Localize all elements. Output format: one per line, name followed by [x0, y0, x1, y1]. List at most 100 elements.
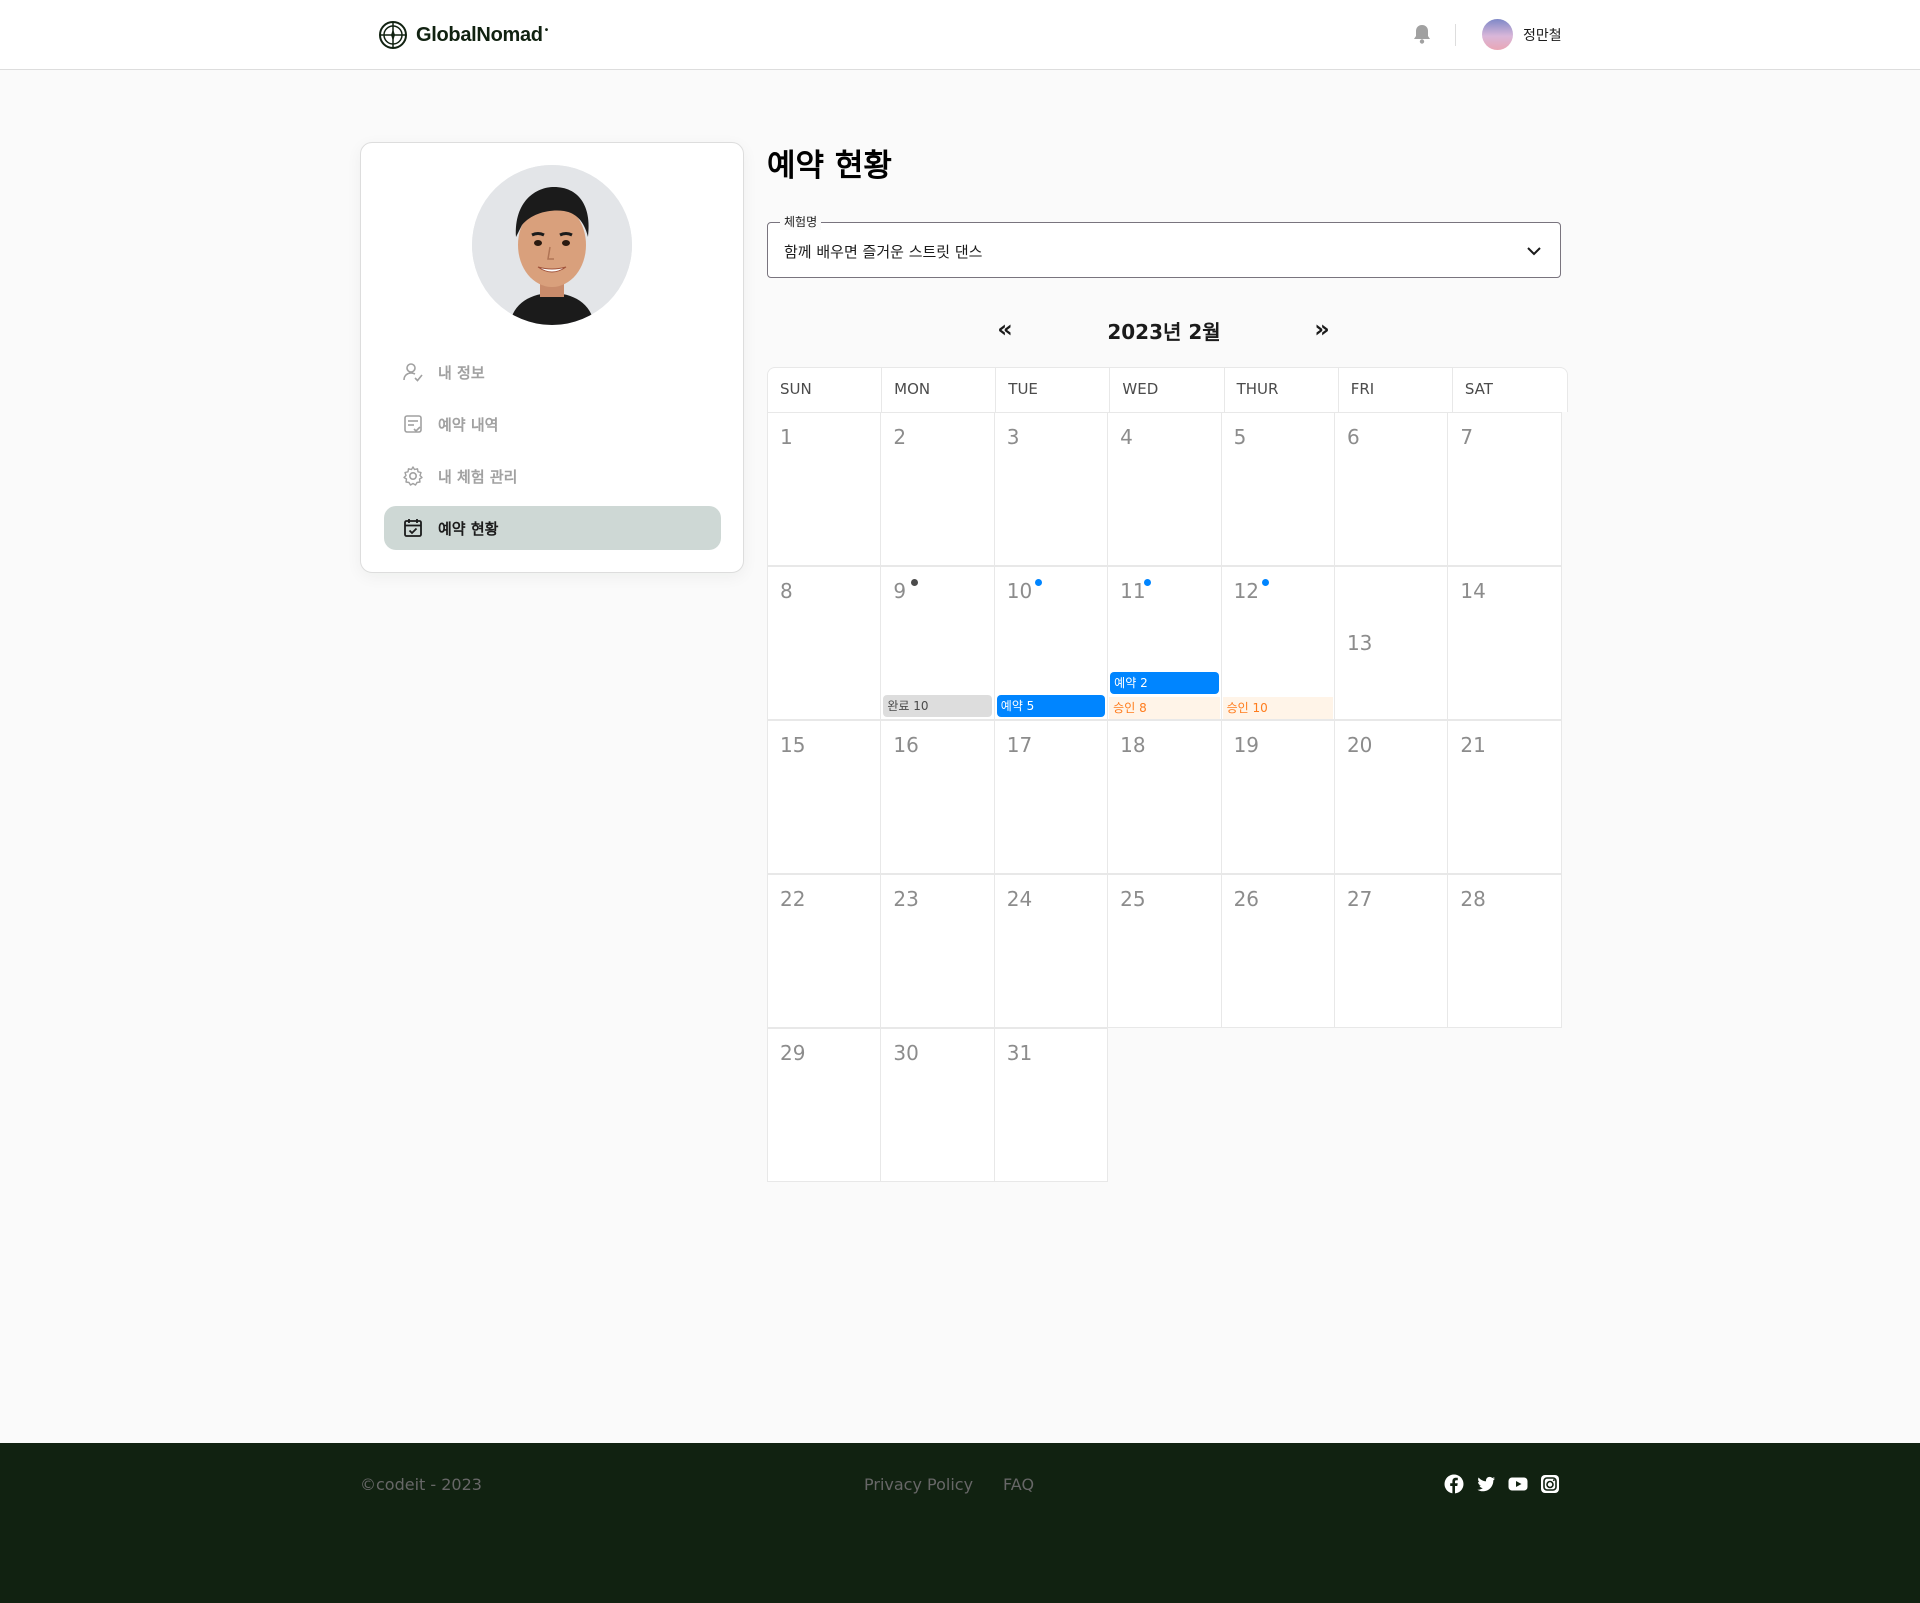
sidebar-item-reservation-history[interactable]: 예약 내역 [384, 402, 721, 446]
day-number: 25 [1120, 887, 1146, 911]
sidebar-item-my-activities[interactable]: 내 체험 관리 [384, 454, 721, 498]
sidebar-item-my-info[interactable]: 내 정보 [384, 350, 721, 394]
completed-badge[interactable]: 완료 10 [883, 695, 992, 717]
logo[interactable]: GlobalNomad • [378, 20, 548, 50]
day-number: 7 [1460, 425, 1474, 449]
next-month-button[interactable]: » [1307, 314, 1337, 344]
header-divider [1455, 24, 1456, 46]
day-number: 30 [893, 1041, 919, 1065]
calendar-day[interactable]: 10 예약 5 [993, 566, 1109, 720]
calendar-day[interactable]: 9 완료 10 [880, 566, 995, 720]
twitter-icon[interactable] [1476, 1474, 1496, 1494]
day-number: 18 [1120, 733, 1146, 757]
avatar[interactable] [1482, 19, 1513, 50]
day-number: 26 [1233, 887, 1260, 911]
activity-select[interactable]: 체험명 함께 배우면 즐거운 스트릿 댄스 [767, 214, 1561, 278]
calendar-day[interactable]: 8 [767, 566, 882, 720]
day-number: 1 [780, 425, 793, 449]
calendar-day[interactable]: 28 [1447, 874, 1562, 1028]
bell-icon[interactable] [1412, 23, 1432, 45]
calendar-empty-cell [1334, 1028, 1448, 1182]
day-number: 22 [780, 887, 806, 911]
day-number: 12 [1233, 579, 1260, 603]
calendar-day[interactable]: 12 승인 10 [1220, 566, 1335, 720]
calendar-day[interactable]: 6 [1333, 412, 1449, 566]
day-number: 29 [780, 1041, 806, 1065]
faq-link[interactable]: FAQ [1003, 1475, 1034, 1494]
sidebar-item-label: 예약 현황 [438, 519, 499, 538]
calendar-week: 22 23 24 25 26 27 28 [767, 874, 1568, 1028]
weekday-label: SAT [1464, 380, 1493, 398]
calendar-day[interactable]: 19 [1220, 720, 1335, 874]
calendar-day[interactable]: 24 [993, 874, 1109, 1028]
page-title: 예약 현황 [767, 148, 892, 184]
user-check-icon [403, 363, 423, 382]
globe-logo-icon [379, 21, 407, 49]
calendar-empty-cell [1447, 1028, 1561, 1182]
day-number: 13 [1346, 631, 1373, 655]
calendar-day[interactable]: 5 [1220, 412, 1335, 566]
reservation-badge[interactable]: 예약 2 [1110, 672, 1219, 694]
calendar-week: 1 2 3 4 5 6 7 [767, 412, 1568, 566]
facebook-icon[interactable] [1444, 1474, 1464, 1494]
calendar-day[interactable]: 21 [1447, 720, 1562, 874]
weekday-header: SUN MON TUE WED THUR FRI SAT [767, 367, 1568, 412]
calendar-week: 15 16 17 18 19 20 21 [767, 720, 1568, 874]
weekday-label: TUE [996, 368, 1111, 412]
calendar-day[interactable]: 2 [880, 412, 995, 566]
day-number: 14 [1460, 579, 1486, 603]
calendar-day[interactable]: 26 [1220, 874, 1335, 1028]
day-number: 21 [1460, 733, 1486, 757]
instagram-icon[interactable] [1540, 1474, 1560, 1494]
copyright-text: ©codeit - 2023 [360, 1475, 482, 1494]
calendar-day[interactable]: 23 [880, 874, 995, 1028]
calendar-day[interactable]: 15 [767, 720, 882, 874]
calendar-day[interactable]: 31 [993, 1028, 1109, 1182]
calendar-week: 8 9 완료 10 10 예약 5 11 예약 2 승인 8 12 승인 10 … [767, 566, 1568, 720]
calendar-day[interactable]: 22 [767, 874, 882, 1028]
calendar-day[interactable]: 14 [1447, 566, 1562, 720]
reservation-calendar: SUN MON TUE WED THUR FRI SAT 1 2 3 4 5 6… [767, 367, 1568, 1182]
weekday-label: FRI [1339, 368, 1453, 412]
calendar-day[interactable]: 7 [1447, 412, 1562, 566]
calendar-day[interactable]: 4 [1107, 412, 1222, 566]
profile-portrait-icon [472, 165, 632, 325]
day-number: 20 [1346, 733, 1373, 757]
user-menu[interactable]: 정만철 [1482, 19, 1562, 50]
calendar-day[interactable]: 27 [1333, 874, 1449, 1028]
user-name: 정만철 [1523, 27, 1562, 44]
day-number: 19 [1233, 733, 1260, 757]
day-number: 28 [1460, 887, 1486, 911]
privacy-policy-link[interactable]: Privacy Policy [864, 1475, 973, 1494]
calendar-day[interactable]: 16 [880, 720, 995, 874]
day-number: 4 [1120, 425, 1133, 449]
approved-badge[interactable]: 승인 10 [1222, 697, 1333, 719]
calendar-day[interactable]: 25 [1107, 874, 1222, 1028]
calendar-day[interactable]: 1 [767, 412, 882, 566]
calendar-day[interactable]: 17 [993, 720, 1109, 874]
calendar-day[interactable]: 3 [993, 412, 1109, 566]
day-number: 11 [1120, 579, 1146, 603]
youtube-icon[interactable] [1508, 1474, 1528, 1494]
approved-badge[interactable]: 승인 8 [1109, 697, 1220, 719]
calendar-day[interactable]: 29 [767, 1028, 882, 1182]
day-number: 8 [780, 579, 793, 603]
calendar-day[interactable]: 20 [1333, 720, 1449, 874]
weekday-label: SUN [768, 368, 883, 412]
footer-links: Privacy Policy FAQ [864, 1475, 1034, 1494]
calendar-day[interactable]: 30 [880, 1028, 995, 1182]
reservation-badge[interactable]: 예약 5 [996, 695, 1106, 717]
logo-text: GlobalNomad [416, 23, 543, 46]
gear-icon [403, 466, 423, 486]
chevron-down-icon[interactable] [1524, 241, 1544, 261]
calendar-day[interactable]: 11 예약 2 승인 8 [1107, 566, 1222, 720]
calendar-check-icon [404, 519, 422, 537]
sidebar-item-reservation-status[interactable]: 예약 현황 [384, 506, 721, 550]
calendar-day[interactable]: 13 [1333, 566, 1449, 720]
sidebar-menu: 내 정보 예약 내역 내 체험 관리 예약 현황 [384, 350, 721, 558]
calendar-day[interactable]: 18 [1107, 720, 1222, 874]
weekday-label: THUR [1225, 368, 1339, 412]
completed-dot [911, 579, 919, 586]
day-number: 9 [893, 579, 907, 603]
month-navigation: « 2023년 2월 » [767, 310, 1561, 350]
